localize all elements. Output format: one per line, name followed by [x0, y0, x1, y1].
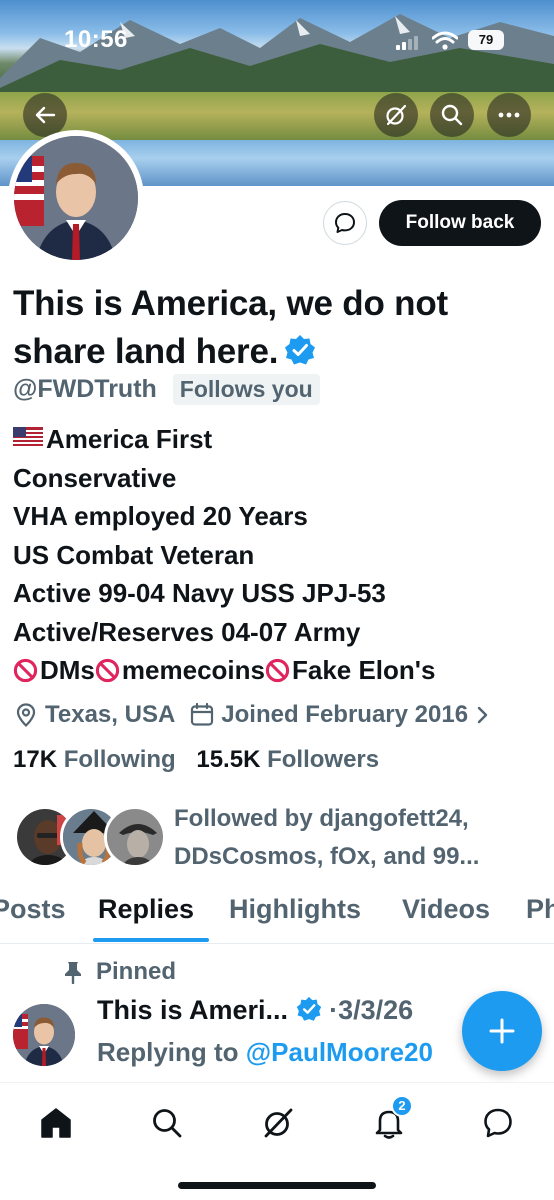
bio-line-3: VHA employed 20 Years: [13, 501, 308, 531]
plus-icon: [489, 1018, 515, 1044]
followed-by-text: Followed by djangofett24, DDsCosmos, fOx…: [174, 800, 479, 876]
bio-text-7c: Fake Elon's: [291, 655, 436, 685]
prohibited-icon: [95, 658, 120, 683]
bio-line-5: Active 99-04 Navy USS JPJ-53: [13, 578, 386, 608]
status-time: 10:56: [64, 26, 128, 53]
post-header: This is Ameri... ·3/3/26: [97, 995, 413, 1026]
pin-icon: [65, 962, 81, 984]
nav-grok[interactable]: [258, 1103, 298, 1143]
prohibited-icon: [265, 658, 290, 683]
post-date: ·3/3/26: [329, 995, 414, 1025]
replying-to-handle[interactable]: @PaulMoore20: [246, 1037, 433, 1067]
bio-text-1: America First: [46, 424, 213, 454]
nav-search[interactable]: [147, 1103, 187, 1143]
active-tab-indicator: [93, 938, 209, 942]
tab-videos[interactable]: Videos: [402, 894, 490, 925]
wifi-icon: [432, 31, 458, 50]
bio-line-7: DMs memecoins Fake Elon's: [13, 651, 543, 690]
joined-text: Joined February 2016: [221, 701, 469, 728]
pinned-label: Pinned: [62, 958, 176, 986]
battery-indicator: 79: [468, 30, 504, 50]
nav-messages[interactable]: [478, 1103, 518, 1143]
followed-by-line-1: Followed by djangofett24,: [174, 805, 469, 832]
tab-highlights[interactable]: Highlights: [229, 894, 361, 925]
pinned-text: Pinned: [96, 958, 177, 985]
handle-row: @FWDTruth Follows you: [13, 371, 320, 407]
chevron-right-icon[interactable]: [476, 704, 490, 726]
location-text: Texas, USA: [45, 701, 176, 728]
message-button[interactable]: [323, 201, 367, 245]
profile-avatar[interactable]: [8, 130, 144, 266]
search-button[interactable]: [430, 93, 474, 137]
followed-by-line-2: DDsCosmos, fOx, and 99...: [174, 843, 480, 870]
following-label: Following: [63, 746, 176, 773]
home-icon: [41, 1108, 71, 1138]
following-count: 17K: [13, 746, 58, 773]
verified-badge-icon[interactable]: [284, 334, 316, 366]
tab-photos[interactable]: Ph: [526, 894, 554, 925]
follow-back-button[interactable]: Follow back: [379, 200, 541, 246]
follows-you-badge: Follows you: [172, 373, 320, 405]
replying-to-label: Replying to: [97, 1037, 239, 1067]
location-pin-icon: [16, 703, 36, 728]
followed-by[interactable]: Followed by djangofett24, DDsCosmos, fOx…: [14, 800, 544, 874]
signal-icon: [396, 36, 418, 50]
tab-posts[interactable]: Posts: [0, 894, 66, 925]
avatar-image: [14, 136, 138, 260]
more-icon: [498, 112, 520, 118]
follower-avatar: [104, 806, 166, 868]
back-arrow-icon: [35, 106, 56, 124]
post-author[interactable]: This is Ameri...: [97, 995, 288, 1025]
profile-tabs: Posts Replies Highlights Videos Ph: [0, 890, 554, 944]
bio-line-6: Active/Reserves 04-07 Army: [13, 616, 361, 647]
profile-name-text: This is America, we do not share land he…: [13, 284, 448, 371]
profile-name: This is America, we do not share land he…: [13, 280, 533, 376]
prohibited-icon: [13, 658, 38, 683]
post-replying-to: Replying to @PaulMoore20: [97, 1037, 497, 1068]
back-button[interactable]: [23, 93, 67, 137]
follow-counts: 17K Following 15.5K Followers: [13, 746, 379, 774]
joined-date: Joined February 2016: [189, 701, 468, 729]
bio-line-4: US Combat Veteran: [13, 539, 255, 570]
verified-badge-icon: [296, 996, 321, 1021]
nav-notifications[interactable]: 2: [369, 1095, 413, 1143]
followers-label: Followers: [267, 746, 380, 773]
profile-meta: Texas, USA Joined February 2016: [13, 697, 496, 733]
tab-replies[interactable]: Replies: [98, 894, 194, 925]
grok-icon: [264, 1108, 293, 1138]
us-flag-icon: [13, 427, 43, 446]
status-bar: 10:56 79: [0, 26, 554, 58]
profile-handle: @FWDTruth: [13, 374, 157, 403]
profile-bio: America First Conservative VHA employed …: [13, 420, 543, 690]
chat-icon: [484, 1108, 512, 1138]
compose-button[interactable]: [462, 991, 542, 1071]
bio-text-7a: DMs: [40, 655, 95, 685]
more-button[interactable]: [487, 93, 531, 137]
search-icon: [441, 104, 463, 126]
following-link[interactable]: 17K Following: [13, 746, 176, 773]
bio-line-2: Conservative: [13, 462, 177, 493]
calendar-icon: [191, 702, 214, 726]
search-icon: [153, 1109, 182, 1138]
location: Texas, USA: [13, 701, 175, 729]
home-indicator: [178, 1182, 376, 1189]
bio-text-7b: memecoins: [121, 655, 265, 685]
bio-line-1: America First: [13, 420, 543, 459]
grok-icon: [386, 104, 407, 126]
followers-link[interactable]: 15.5K Followers: [196, 746, 379, 773]
followers-count: 15.5K: [196, 746, 261, 773]
nav-home[interactable]: [36, 1103, 76, 1143]
message-icon: [335, 213, 355, 233]
notifications-badge: 2: [391, 1095, 413, 1117]
grok-button[interactable]: [374, 93, 418, 137]
post-avatar[interactable]: [13, 1004, 75, 1066]
